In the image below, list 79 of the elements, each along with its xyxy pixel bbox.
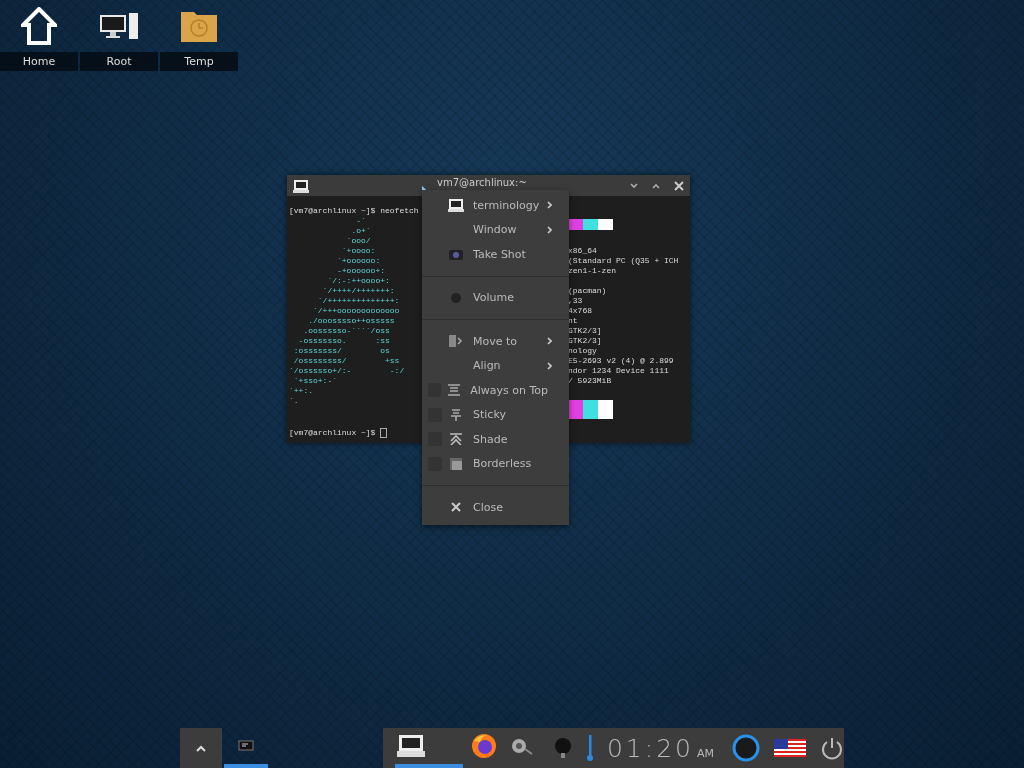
terminal-line: .o+` <box>350 226 372 236</box>
power-icon[interactable] <box>820 736 844 760</box>
menu-item[interactable]: terminology <box>422 193 569 218</box>
borderless-icon <box>450 457 462 470</box>
icon-label[interactable]: Root <box>80 52 158 71</box>
menu-item[interactable]: Volume <box>422 285 569 310</box>
circle-icon <box>450 291 462 304</box>
terminal-line: `/+++ooooooooooooo <box>312 306 401 316</box>
cursor-icon <box>380 428 388 438</box>
terminal-line: (pacman) <box>568 286 608 296</box>
terminal-line: `++:. <box>289 386 314 396</box>
close-icon[interactable] <box>674 180 684 191</box>
terminal-line: -` <box>355 216 367 226</box>
terminal-line: `/++++++++++++++: <box>316 296 401 306</box>
pin-icon <box>450 408 462 421</box>
microphone-icon[interactable] <box>552 737 573 759</box>
menu-item[interactable]: Align <box>422 353 569 378</box>
terminal-line: :osssssss/ os <box>292 346 391 356</box>
terminal-icon <box>293 178 309 193</box>
terminal-line: (Standard PC (Q35 + ICH <box>568 256 680 266</box>
align-top-icon <box>447 384 460 397</box>
shade-icon <box>450 433 462 446</box>
color-blocks <box>568 219 613 230</box>
terminal-line: / 5923MiB <box>568 376 613 386</box>
flag-icon[interactable] <box>774 739 806 757</box>
minimize-icon[interactable] <box>630 182 638 189</box>
terminal-line: nology <box>568 346 598 356</box>
terminal-line: -osssssso. :ss <box>297 336 391 346</box>
menu-item[interactable]: Sticky <box>422 402 569 427</box>
terminal-line: `ooo/ <box>345 236 372 246</box>
folder-icon[interactable] <box>180 9 218 43</box>
menu-item[interactable]: Close <box>422 495 569 520</box>
camera-icon <box>449 248 463 261</box>
terminal-line: [vm7@archlinux ~]$ neofetch <box>289 206 420 216</box>
terminal-line: GTK2/3] <box>568 326 603 336</box>
computer-icon[interactable] <box>99 12 139 40</box>
terminal-icon <box>238 740 254 752</box>
icon-label[interactable]: Home <box>0 52 78 71</box>
home-icon[interactable] <box>21 7 57 45</box>
menu-item[interactable]: Always on Top <box>422 378 569 403</box>
terminal-line: `+sso+:-` <box>292 376 338 386</box>
menu-item[interactable]: Window <box>422 217 569 242</box>
menu-item[interactable]: Borderless <box>422 451 569 476</box>
browser-icon <box>470 733 497 759</box>
terminal-line: ,33 <box>568 296 584 306</box>
menu-item[interactable]: Move to <box>422 329 569 354</box>
icon-label[interactable]: Temp <box>160 52 238 71</box>
terminal-line: ndor 1234 Device 1111 <box>568 366 670 376</box>
terminal-line: /ossssssss/ +ss <box>292 356 401 366</box>
terminal-line: `/:-:++oooo+: <box>326 276 391 286</box>
terminal-line: E5-2693 v2 (4) @ 2.899 <box>568 356 675 366</box>
terminal-icon <box>448 198 464 213</box>
terminal-line: `/ossssso+/:- -:/ <box>289 366 406 376</box>
thermometer-icon[interactable] <box>586 735 593 761</box>
terminal-line: GTK2/3] <box>568 336 603 346</box>
ring-icon[interactable] <box>732 734 760 762</box>
menu-item[interactable]: Shade <box>422 427 569 452</box>
terminal-line: 4x768 <box>568 306 593 316</box>
terminal-line: ./ooosssso++osssss <box>307 316 396 326</box>
maximize-icon[interactable] <box>652 182 660 189</box>
clock-ampm[interactable]: AM <box>697 746 714 760</box>
clock-time[interactable]: 01:20 <box>606 733 694 763</box>
terminal-line: zen1-1-zen <box>568 266 617 276</box>
terminal-line: -+oooooo+: <box>336 266 386 276</box>
window-title: vm7@archlinux:~ <box>437 176 528 188</box>
terminal-line: x86_64 <box>568 246 598 256</box>
chevron-up-icon[interactable] <box>196 744 206 752</box>
menu-item[interactable]: Take Shot <box>422 242 569 267</box>
terminal-line: .oossssso-````/oss <box>302 326 391 336</box>
terminal-line: `/++++/+++++++: <box>321 286 396 296</box>
color-blocks <box>568 400 613 419</box>
terminal-icon <box>396 734 425 758</box>
close-icon <box>451 502 461 513</box>
terminal-line: [vm7@archlinux ~]$ <box>289 428 388 438</box>
terminal-line: `+oooo: <box>340 246 377 256</box>
terminal-line: nt <box>568 316 579 326</box>
terminal-line: `+oooooo: <box>336 256 382 266</box>
terminal-line: `. <box>289 396 300 406</box>
move-icon <box>449 335 463 348</box>
